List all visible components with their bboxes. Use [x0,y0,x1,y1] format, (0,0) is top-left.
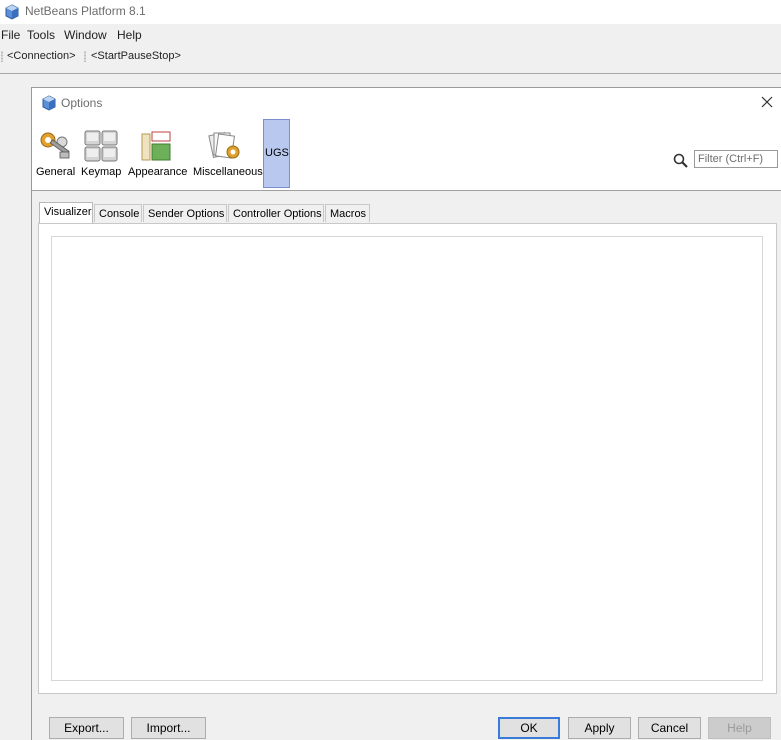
tab-sender-options[interactable]: Sender Options [143,204,227,222]
visualizer-content-area [51,236,763,681]
export-button[interactable]: Export... [49,717,124,739]
visualizer-panel [38,223,777,694]
netbeans-logo-icon [42,95,56,111]
netbeans-logo-icon [5,4,19,20]
toolbar-connection[interactable]: <Connection> [7,50,76,62]
close-icon[interactable] [758,93,776,111]
menu-tools[interactable]: Tools [27,28,55,42]
category-general[interactable]: General [35,120,75,186]
dialog-titlebar: Options [32,88,781,118]
toolbar-start-pause-stop[interactable]: <StartPauseStop> [91,50,181,62]
toolbar-grip[interactable] [1,51,3,62]
category-appearance-label: Appearance [128,166,188,178]
miscellaneous-icon [208,131,240,159]
menu-file[interactable]: File [1,28,20,42]
category-miscellaneous[interactable]: Miscellaneous [190,120,263,186]
tab-macros[interactable]: Macros [325,204,370,222]
filter-input[interactable] [694,150,778,168]
tab-controller-options[interactable]: Controller Options [228,204,324,222]
menu-help[interactable]: Help [117,28,142,42]
tab-visualizer[interactable]: Visualizer [39,202,93,223]
search-icon [673,153,688,168]
cancel-button[interactable]: Cancel [638,717,701,739]
help-button: Help [708,717,771,739]
dialog-title: Options [61,96,103,110]
toolbar-grip[interactable] [84,51,86,62]
options-dialog: Options General Keymap Appearance Miscel… [31,87,781,740]
app-titlebar: NetBeans Platform 8.1 [0,0,781,24]
import-button[interactable]: Import... [131,717,206,739]
category-appearance[interactable]: Appearance [126,120,188,186]
category-general-label: General [36,166,76,178]
category-toolbar: General Keymap Appearance Miscellaneous … [32,118,781,191]
keymap-icon [84,130,118,162]
apply-button[interactable]: Apply [568,717,631,739]
ok-button[interactable]: OK [498,717,560,739]
category-keymap-label: Keymap [81,166,122,178]
category-keymap[interactable]: Keymap [80,120,122,186]
gears-icon [40,132,70,159]
menu-window[interactable]: Window [64,28,107,42]
category-ugs[interactable]: UGS [263,119,290,188]
app-title: NetBeans Platform 8.1 [25,4,146,18]
tab-console[interactable]: Console [94,204,142,222]
appearance-icon [141,131,171,161]
toolbar-divider [0,73,781,74]
category-ugs-label: UGS [265,147,289,159]
category-miscellaneous-label: Miscellaneous [193,166,263,178]
